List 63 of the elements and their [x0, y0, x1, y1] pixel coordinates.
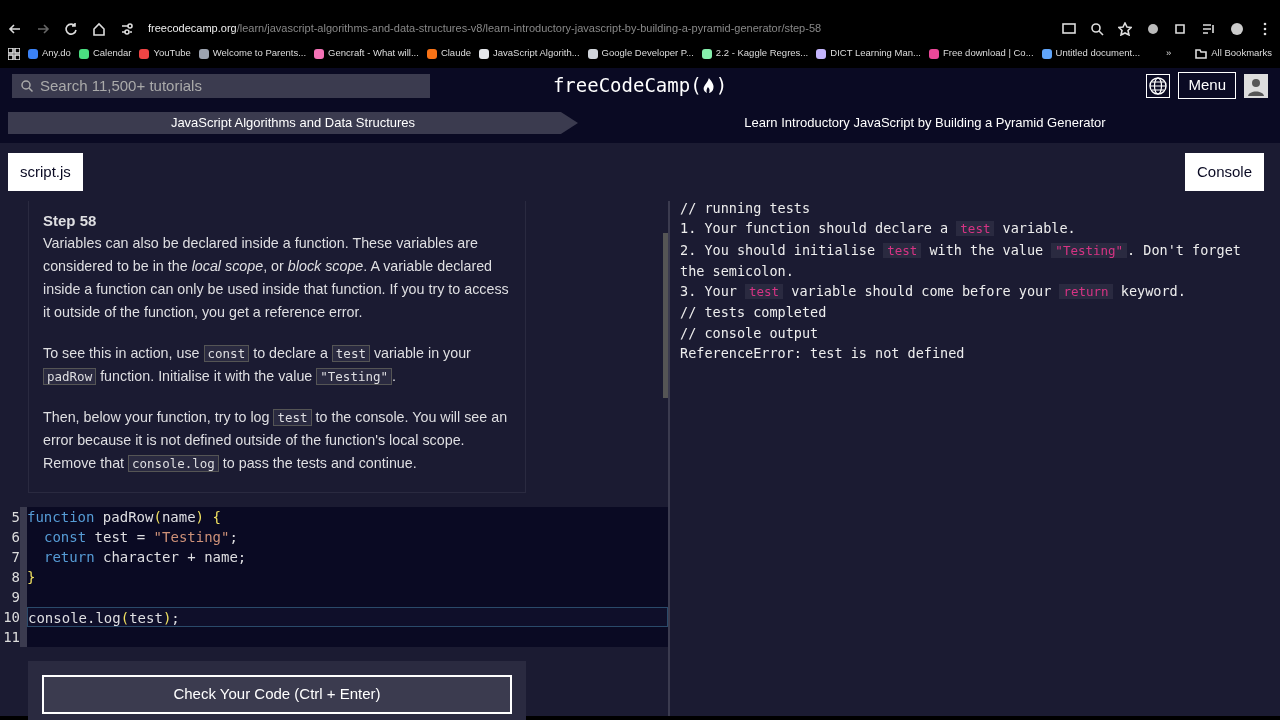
forward-icon[interactable]: [36, 21, 50, 36]
code-editor[interactable]: 5 function padRow(name) { 6 const test = "Testing"; 7 return character + name; 8 } 9 10 console.log(test); 11: [0, 507, 668, 647]
apps-icon[interactable]: [8, 47, 20, 60]
console-line: // running tests: [680, 199, 812, 218]
folder-icon: [1195, 48, 1208, 59]
console-line: // tests completed: [680, 303, 828, 323]
user-avatar-icon[interactable]: [1244, 73, 1268, 98]
line-number: 5: [0, 507, 27, 527]
bookmarks-overflow-button[interactable]: »: [1166, 46, 1172, 61]
code-line: }: [27, 568, 37, 587]
line-number: 6: [0, 527, 27, 547]
line-number: 11: [0, 627, 27, 647]
menu-button[interactable]: Menu: [1178, 72, 1236, 99]
address-bar[interactable]: freecodecamp.org/learn/javascript-algorithms-and-data-structures-v8/learn-introductory-javascript-by-building-a-pyramid-generator/step-58: [148, 20, 1048, 37]
bookmark[interactable]: Welcome to Parents...: [198, 46, 307, 61]
media-icon[interactable]: [1202, 21, 1216, 36]
avatar-icon[interactable]: [1230, 21, 1244, 36]
code-line: return character + name;: [43, 548, 248, 567]
bookmark[interactable]: Gencraft - What will...: [314, 46, 419, 61]
back-icon[interactable]: [8, 21, 22, 36]
line-number: 7: [0, 547, 27, 567]
bookmark[interactable]: YouTube: [139, 46, 191, 61]
console-line: 3. Your test variable should come before your return keyword.: [680, 282, 1187, 302]
code-line: const test = "Testing";: [43, 528, 239, 547]
bookmark[interactable]: Untitled document...: [1041, 46, 1141, 61]
step-title: Step 58: [43, 211, 98, 231]
reload-icon[interactable]: [64, 21, 78, 36]
bookmark[interactable]: Google Developer P...: [587, 46, 694, 61]
star-icon[interactable]: [1118, 21, 1132, 36]
bookmark[interactable]: Any.do: [28, 46, 71, 61]
console-line: ReferenceError: test is not defined: [680, 344, 966, 364]
console-line: 1. Your function should declare a test variable.: [680, 219, 1077, 239]
instruction-paragraph: To see this in action, use const to declare a test variable in your padRow function. Initialise it with the value "Testing" .: [43, 344, 472, 387]
globe-icon: [1147, 74, 1170, 97]
flame-icon: [701, 76, 716, 95]
code-line: function padRow(name) {: [27, 508, 222, 527]
bookmark[interactable]: Calendar: [78, 46, 132, 61]
site-settings-icon[interactable]: [120, 21, 134, 36]
all-bookmarks-button[interactable]: All Bookmarks: [1195, 46, 1272, 61]
tab-button[interactable]: script.js: [8, 152, 83, 192]
logo-text: ): [715, 73, 728, 99]
bookmark[interactable]: Claude: [426, 46, 471, 61]
bookmark[interactable]: Free download | Co...: [928, 46, 1034, 61]
bookmark[interactable]: JavaScript Algorith...: [479, 46, 580, 61]
tab-button[interactable]: Console: [1184, 152, 1264, 192]
console-line: // console output: [680, 323, 820, 343]
instruction-paragraph: Variables can also be declared inside a function. These variables are considered to be in the local scope, or block scope. A variable declared inside a function can only be used inside that function. If you try to access it outside of the function, you get a reference error.: [43, 234, 510, 322]
line-number: 8: [0, 567, 27, 587]
bookmark[interactable]: DICT Learning Man...: [816, 46, 921, 61]
console-line: 2. You should initialise test with the value "Testing" . Don't forget the semicolon.: [680, 240, 1242, 281]
bookmark[interactable]: 2.2 - Kaggle Regres...: [701, 46, 809, 61]
logo-text: freeCodeCamp(: [552, 73, 702, 99]
breadcrumb-link[interactable]: JavaScript Algorithms and Data Structures: [8, 112, 578, 134]
zoom-icon[interactable]: [1090, 21, 1104, 36]
search-icon: [21, 79, 33, 92]
line-number: 10: [0, 607, 27, 627]
breadcrumb-link[interactable]: Learn Introductory JavaScript by Building a Pyramid Generator: [578, 112, 1272, 134]
check-code-button[interactable]: Check Your Code (Ctrl + Enter): [42, 675, 512, 714]
instruction-paragraph: Then, below your function, try to log test to the console. You will see an error because it is not defined outside of the function's local scope. Remove that console.log to pass the tests and continue.: [43, 408, 509, 474]
line-number: 9: [0, 587, 27, 607]
search-field[interactable]: Search 11,500+ tutorials: [12, 73, 430, 98]
language-button[interactable]: [1146, 73, 1171, 98]
home-icon[interactable]: [92, 21, 106, 36]
